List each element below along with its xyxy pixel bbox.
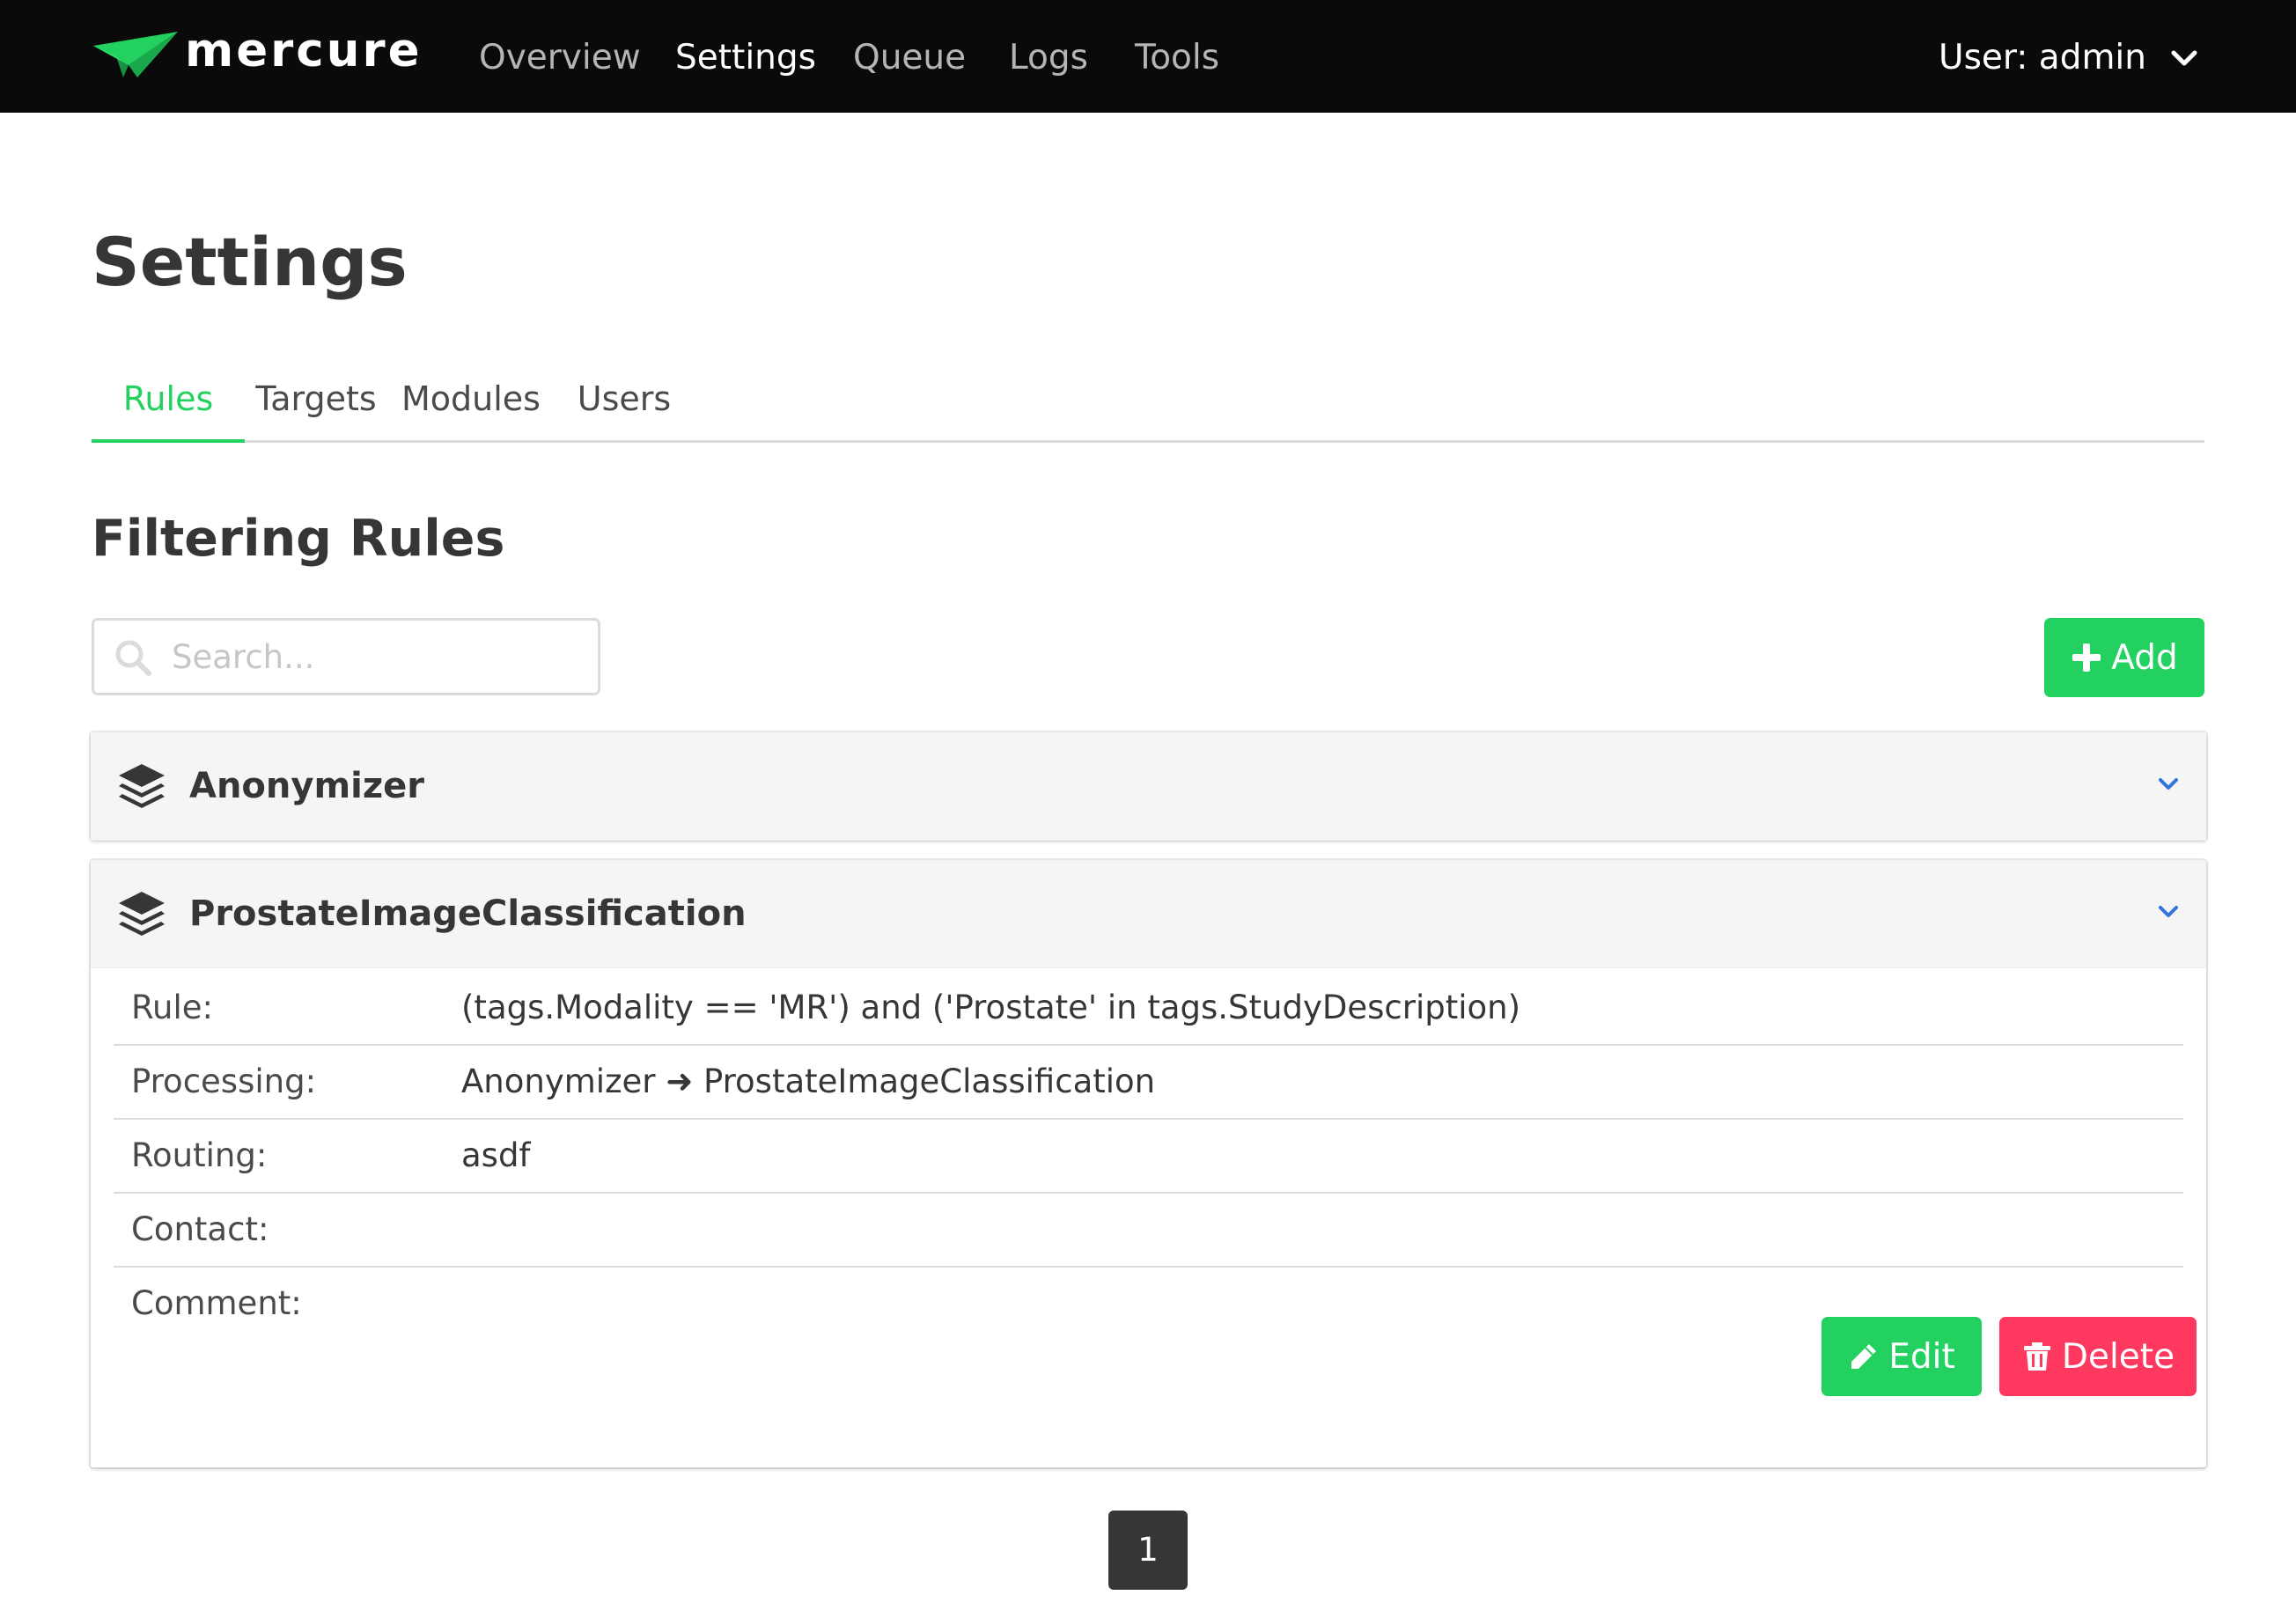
delete-button-label: Delete bbox=[2061, 1336, 2175, 1377]
nav-item-overview[interactable]: Overview bbox=[479, 33, 641, 83]
trash-icon bbox=[2023, 1342, 2050, 1371]
processing-chain: Anonymizer ➜ ProstateImageClassification bbox=[461, 1062, 1156, 1100]
paper-plane-icon bbox=[93, 32, 178, 77]
detail-label: Processing: bbox=[131, 1062, 317, 1100]
rule-expression: (tags.Modality == 'MR') and ('Prostate' … bbox=[461, 989, 1521, 1026]
rule-name: Anonymizer bbox=[189, 766, 424, 806]
rule-card-header[interactable]: ProstateImageClassification bbox=[91, 860, 2206, 968]
add-rule-button[interactable]: Add bbox=[2044, 618, 2204, 697]
edit-button[interactable]: Edit bbox=[1821, 1317, 1982, 1396]
top-navbar: mercure Overview Settings Queue Logs Too… bbox=[0, 0, 2296, 113]
chevron-down-icon[interactable] bbox=[2155, 771, 2182, 798]
tab-users[interactable]: Users bbox=[555, 368, 694, 440]
detail-row-rule: Rule: (tags.Modality == 'MR') and ('Pros… bbox=[114, 972, 2183, 1046]
rule-card-header[interactable]: Anonymizer bbox=[91, 732, 2206, 841]
rule-actions: Edit Delete bbox=[114, 1317, 2197, 1468]
nav-item-settings[interactable]: Settings bbox=[675, 33, 816, 83]
chevron-down-icon bbox=[2171, 50, 2197, 66]
settings-tabs: Rules Targets Modules Users bbox=[92, 368, 2204, 443]
search-box bbox=[92, 618, 600, 695]
search-icon bbox=[115, 640, 151, 676]
detail-label: Routing: bbox=[131, 1136, 268, 1174]
rule-card: Anonymizer bbox=[91, 732, 2206, 841]
detail-label: Contact: bbox=[131, 1210, 269, 1248]
user-menu[interactable]: User: admin bbox=[1939, 33, 2199, 83]
detail-row-contact: Contact: bbox=[114, 1194, 2183, 1268]
user-label: User: admin bbox=[1939, 38, 2146, 77]
layers-icon bbox=[119, 764, 165, 808]
rule-name: ProstateImageClassification bbox=[189, 893, 747, 934]
page-title: Settings bbox=[92, 223, 408, 301]
detail-label: Comment: bbox=[131, 1284, 302, 1322]
edit-button-label: Edit bbox=[1888, 1336, 1955, 1377]
detail-row-processing: Processing: Anonymizer ➜ ProstateImageCl… bbox=[114, 1046, 2183, 1120]
chevron-down-icon[interactable] bbox=[2155, 899, 2182, 925]
pencil-icon bbox=[1851, 1344, 1877, 1369]
delete-button[interactable]: Delete bbox=[1999, 1317, 2197, 1396]
add-button-label: Add bbox=[2111, 637, 2178, 678]
brand-logo[interactable]: mercure bbox=[92, 24, 423, 83]
nav-item-queue[interactable]: Queue bbox=[853, 33, 966, 83]
tab-rules[interactable]: Rules bbox=[92, 368, 245, 443]
plus-icon bbox=[2072, 643, 2101, 672]
search-input[interactable] bbox=[172, 629, 585, 684]
tab-targets[interactable]: Targets bbox=[245, 368, 387, 440]
rule-details: Rule: (tags.Modality == 'MR') and ('Pros… bbox=[91, 968, 2206, 1468]
nav-item-tools[interactable]: Tools bbox=[1135, 33, 1219, 83]
brand-name: mercure bbox=[185, 24, 423, 77]
routing-target: asdf bbox=[461, 1136, 531, 1174]
rule-card: ProstateImageClassification Rule: (tags.… bbox=[91, 860, 2206, 1467]
section-title: Filtering Rules bbox=[92, 510, 505, 568]
detail-row-routing: Routing: asdf bbox=[114, 1120, 2183, 1194]
nav-item-logs[interactable]: Logs bbox=[1009, 33, 1088, 83]
tab-modules[interactable]: Modules bbox=[387, 368, 555, 440]
pagination-page-current[interactable]: 1 bbox=[1108, 1511, 1188, 1590]
layers-icon bbox=[119, 892, 165, 936]
detail-label: Rule: bbox=[131, 989, 214, 1026]
